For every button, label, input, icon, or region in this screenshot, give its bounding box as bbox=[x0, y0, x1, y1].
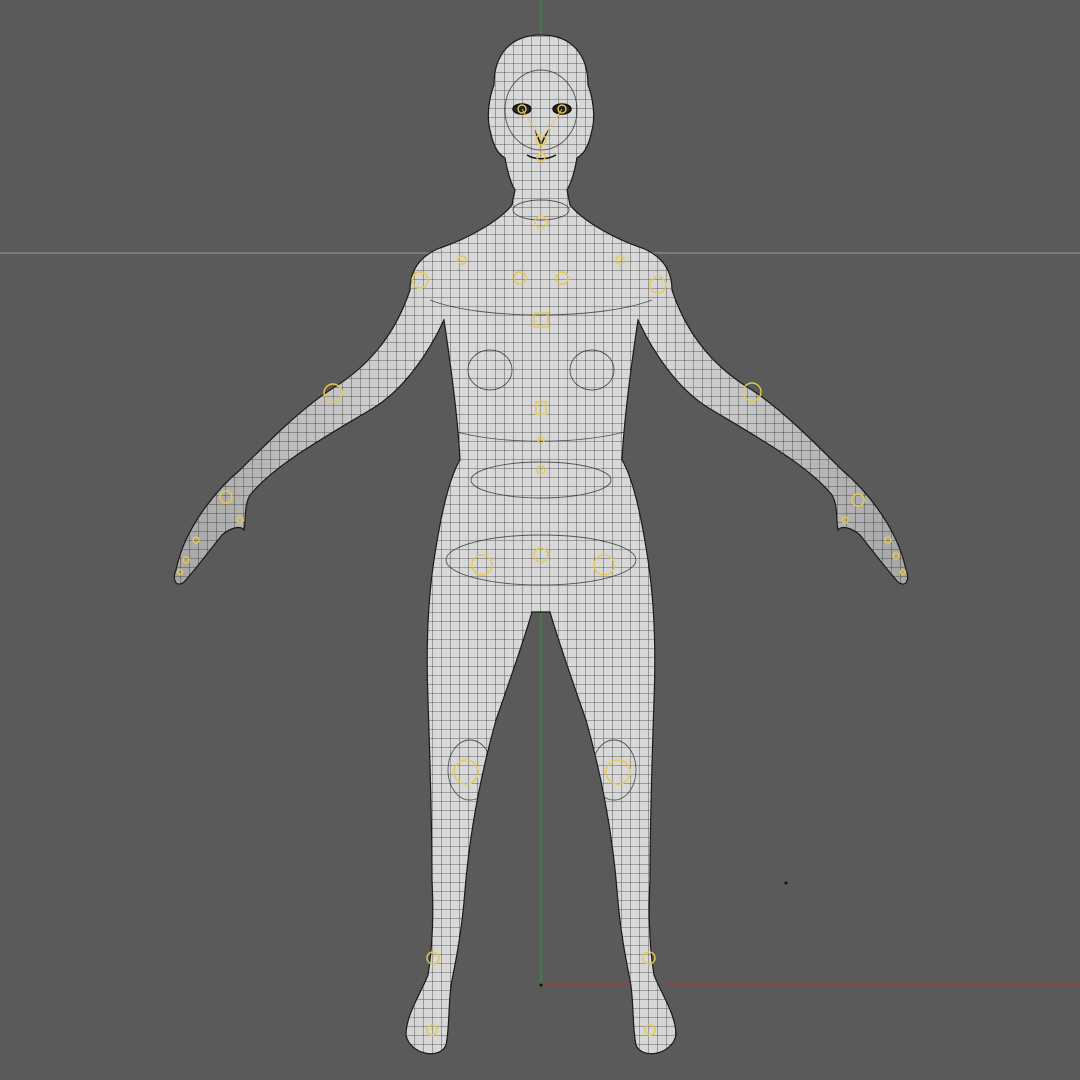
viewport-canvas[interactable] bbox=[0, 0, 1080, 1080]
origin-point bbox=[539, 983, 543, 987]
stray-vertex bbox=[784, 881, 788, 885]
character-mesh[interactable] bbox=[170, 30, 915, 1070]
3d-viewport[interactable] bbox=[0, 0, 1080, 1080]
wireframe-overlay bbox=[174, 35, 908, 1054]
